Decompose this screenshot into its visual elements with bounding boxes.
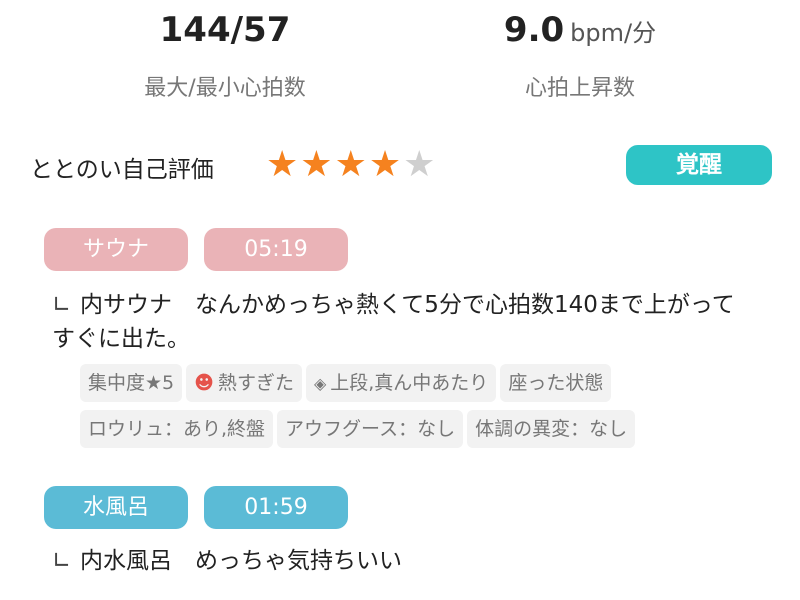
heart-rate-rise-number: 9.0: [503, 10, 565, 50]
session-note-text: 内サウナ なんかめっちゃ熱くて5分で心拍数140まで上がってすぐに出た。: [52, 292, 735, 352]
session-note: ∟ 内サウナ なんかめっちゃ熱くて5分で心拍数140まで上がってすぐに出た。: [52, 288, 752, 356]
session-note-text: 内水風呂 めっちゃ気持ちいい: [80, 548, 402, 574]
star-icon: ★: [300, 144, 335, 185]
tag-seat-text: 上段,真ん中あたり: [330, 372, 489, 394]
tag-heat: ☻ 熱すぎた: [186, 364, 302, 402]
star-icon: ★: [334, 144, 369, 185]
layers-icon: ◈: [313, 374, 327, 393]
tag-condition: 体調の異変：なし: [467, 410, 636, 448]
indent-mark-icon: ∟: [52, 292, 72, 318]
session-note: ∟ 内水風呂 めっちゃ気持ちいい: [52, 544, 752, 578]
heart-rate-rise-label: 心拍上昇数: [524, 76, 635, 101]
state-badge: 覚醒: [626, 145, 772, 185]
star-icon: ★: [266, 144, 301, 185]
session-type-chip: サウナ: [44, 228, 188, 271]
session-tags: 集中度★5 ☻ 熱すぎた ◈ 上段,真ん中あたり 座った状態 ロウリュ：あり,終盤 アウフグ…: [80, 364, 760, 456]
session-duration-chip: 01:59: [204, 486, 348, 529]
session-type-chip: 水風呂: [44, 486, 188, 529]
tag-aufguss: アウフグース：なし: [277, 410, 464, 448]
star-rating: ★★★★★: [266, 144, 437, 185]
heart-rate-rise-unit: bpm/分: [570, 19, 657, 47]
summary-stats: 144/57 最大/最小心拍数 9.0 bpm/分 心拍上昇数: [0, 0, 800, 110]
self-rating-label: ととのい自己評価: [30, 157, 214, 183]
tag-seat: ◈ 上段,真ん中あたり: [305, 364, 497, 402]
max-min-heart-rate-label: 最大/最小心拍数: [144, 76, 306, 101]
hot-face-icon: ☻: [194, 372, 214, 394]
tag-loyly: ロウリュ：あり,終盤: [80, 410, 274, 448]
sauna-session: サウナ 05:19 ∟ 内サウナ なんかめっちゃ熱くて5分で心拍数140まで上がっ…: [44, 228, 744, 448]
session-header: 水風呂 01:59: [44, 486, 744, 530]
cold-bath-session: 水風呂 01:59 ∟ 内水風呂 めっちゃ気持ちいい: [44, 486, 744, 574]
self-rating-row: ととのい自己評価 ★★★★★ 覚醒: [30, 142, 772, 190]
star-icon: ★: [368, 144, 404, 185]
tag-heat-text: 熱すぎた: [217, 372, 294, 394]
session-duration-chip: 05:19: [204, 228, 348, 271]
heart-rate-rise-value: 9.0 bpm/分: [460, 10, 700, 50]
star-empty-icon: ★: [403, 144, 438, 185]
indent-mark-icon: ∟: [52, 548, 72, 574]
max-min-heart-rate-value: 144/57: [159, 10, 291, 50]
tag-posture: 座った状態: [500, 364, 612, 402]
session-header: サウナ 05:19: [44, 228, 744, 272]
tag-concentration: 集中度★5: [80, 364, 183, 402]
